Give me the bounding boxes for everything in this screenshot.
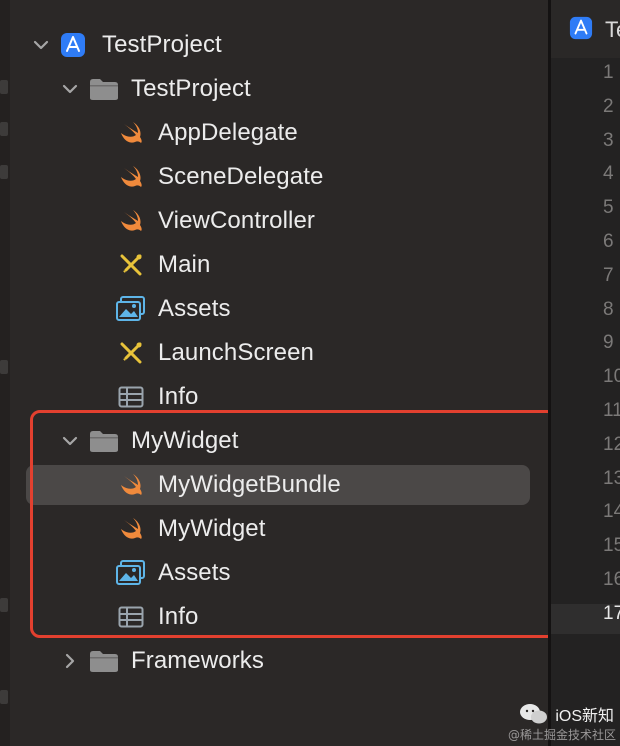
- file-row-main[interactable]: Main: [10, 243, 540, 287]
- swift-file-icon: [121, 474, 142, 495]
- code-editor: Te 1234567891011121314151617: [551, 0, 620, 746]
- line-number: 12: [603, 433, 620, 455]
- wechat-logo-icon: [520, 704, 548, 724]
- swift-file-icon: [121, 210, 142, 231]
- chevron-right-icon[interactable]: [61, 652, 79, 670]
- editor-tab-label: Te: [605, 17, 620, 42]
- group-label: TestProject: [131, 75, 251, 102]
- chevron-down-icon[interactable]: [61, 80, 79, 98]
- swift-file-icon: [121, 122, 142, 143]
- file-label: MyWidgetBundle: [158, 471, 341, 498]
- watermark-title: iOS新知: [555, 708, 614, 725]
- asset-catalog-icon: [116, 560, 145, 585]
- chevron-down-icon[interactable]: [32, 36, 50, 54]
- line-number: 8: [603, 298, 614, 320]
- file-label: Info: [158, 383, 199, 410]
- file-label: Info: [158, 603, 199, 630]
- line-number: 13: [603, 467, 620, 489]
- group-label: MyWidget: [131, 427, 239, 454]
- file-row-assets[interactable]: Assets: [10, 287, 540, 331]
- file-label: AppDelegate: [158, 119, 298, 146]
- plist-icon: [118, 606, 144, 628]
- line-number: 11: [603, 400, 620, 421]
- folder-icon: [90, 651, 118, 672]
- swift-file-icon: [121, 518, 142, 539]
- line-number: 9: [603, 332, 614, 354]
- file-row-widget-assets[interactable]: Assets: [10, 551, 540, 595]
- storyboard-icon: [120, 254, 142, 276]
- file-row-scenedelegate[interactable]: SceneDelegate: [10, 155, 540, 199]
- plist-icon: [118, 386, 144, 408]
- file-row-info[interactable]: Info: [10, 375, 540, 419]
- line-number: 16: [603, 569, 620, 590]
- watermark: iOS新知: [519, 702, 614, 726]
- file-row-mywidgetbundle[interactable]: MyWidgetBundle: [10, 463, 540, 507]
- line-number: 4: [603, 163, 614, 185]
- line-number: 14: [603, 501, 620, 523]
- project-root-row[interactable]: TestProject: [10, 23, 540, 67]
- file-row-mywidget[interactable]: MyWidget: [10, 507, 540, 551]
- storyboard-icon: [120, 342, 142, 364]
- app-project-icon: [569, 16, 593, 40]
- chevron-down-icon[interactable]: [61, 432, 79, 450]
- file-row-appdelegate[interactable]: AppDelegate: [10, 111, 540, 155]
- group-row-testproject[interactable]: TestProject: [10, 67, 540, 111]
- folder-icon: [90, 79, 118, 100]
- project-navigator: TestProject TestProject AppDelegate Scen…: [10, 0, 548, 746]
- line-number: 6: [603, 231, 614, 252]
- editor-tab[interactable]: Te: [551, 0, 620, 59]
- left-pane-edge: [0, 0, 10, 746]
- line-number: 17: [603, 602, 620, 624]
- folder-icon: [90, 431, 118, 452]
- watermark-subtitle: @稀土掘金技术社区: [507, 728, 616, 742]
- file-label: Assets: [158, 559, 231, 586]
- group-label: Frameworks: [131, 647, 265, 674]
- line-number: 1: [603, 62, 614, 83]
- swift-file-icon: [121, 166, 142, 187]
- app-project-icon: [61, 33, 85, 57]
- asset-catalog-icon: [116, 296, 145, 321]
- file-row-widget-info[interactable]: Info: [10, 595, 540, 639]
- line-number: 7: [603, 264, 614, 286]
- file-label: Main: [158, 251, 211, 278]
- line-number: 15: [603, 535, 620, 557]
- project-name: TestProject: [102, 31, 222, 58]
- file-label: ViewController: [158, 207, 316, 234]
- group-row-mywidget[interactable]: MyWidget: [10, 419, 540, 463]
- file-row-launchscreen[interactable]: LaunchScreen: [10, 331, 540, 375]
- file-label: LaunchScreen: [158, 339, 314, 366]
- line-number: 3: [603, 129, 614, 151]
- line-number: 10: [603, 366, 620, 388]
- group-row-frameworks[interactable]: Frameworks: [10, 639, 540, 683]
- file-row-viewcontroller[interactable]: ViewController: [10, 199, 540, 243]
- line-number: 2: [603, 95, 614, 117]
- file-label: SceneDelegate: [158, 163, 324, 190]
- line-number: 5: [603, 197, 614, 219]
- file-label: Assets: [158, 295, 231, 322]
- file-label: MyWidget: [158, 515, 266, 542]
